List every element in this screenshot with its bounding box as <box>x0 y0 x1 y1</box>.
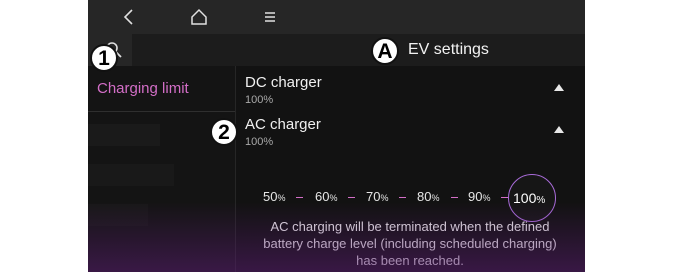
callout-marker-2: 2 <box>210 118 238 146</box>
level-option-90[interactable]: 90% <box>468 189 490 204</box>
home-icon <box>191 8 207 25</box>
ev-settings-screen: EV settings 1 A 2 Charging limit DC char… <box>88 0 585 272</box>
callout-marker-1: 1 <box>90 44 118 72</box>
level-option-60[interactable]: 60% <box>315 189 337 204</box>
back-button[interactable] <box>116 5 142 29</box>
top-nav-bar <box>88 0 585 34</box>
home-button[interactable] <box>186 5 212 29</box>
menu-icon <box>265 12 275 22</box>
sidebar-item-placeholder <box>88 124 160 146</box>
charge-level-selector: 50% 60% 70% 80% 90% 100% <box>235 174 585 222</box>
collapse-arrow-icon <box>554 84 564 91</box>
main-content: DC charger 100% AC charger 100% 50% 60% … <box>235 66 585 272</box>
level-option-100-selected[interactable]: 100% <box>508 174 556 222</box>
level-option-70[interactable]: 70% <box>366 189 388 204</box>
level-separator <box>348 197 355 198</box>
collapse-arrow-icon <box>554 126 564 133</box>
back-arrow-icon <box>123 9 133 25</box>
page-title: EV settings <box>408 41 489 58</box>
dc-charger-label: DC charger <box>245 74 322 91</box>
header-bar: EV settings <box>88 34 585 66</box>
menu-button[interactable] <box>257 5 283 29</box>
dc-charger-value: 100% <box>245 94 274 106</box>
level-separator <box>451 197 458 198</box>
dc-charger-row[interactable]: DC charger 100% <box>235 70 585 114</box>
level-separator <box>296 197 303 198</box>
level-option-50[interactable]: 50% <box>263 189 285 204</box>
charging-limit-info-text: AC charging will be terminated when the … <box>263 219 557 268</box>
sidebar-item-placeholder <box>88 164 174 186</box>
ac-charger-value: 100% <box>245 136 274 148</box>
sidebar: Charging limit <box>88 66 235 272</box>
level-separator <box>399 197 406 198</box>
level-separator <box>501 197 508 198</box>
sidebar-item-placeholder <box>88 204 148 226</box>
ac-charger-label: AC charger <box>245 116 321 133</box>
sidebar-item-charging-limit[interactable]: Charging limit <box>88 66 235 112</box>
level-option-80[interactable]: 80% <box>417 189 439 204</box>
sidebar-item-label: Charging limit <box>97 80 189 97</box>
callout-marker-a: A <box>371 37 399 65</box>
ac-charger-row[interactable]: AC charger 100% <box>235 112 585 156</box>
